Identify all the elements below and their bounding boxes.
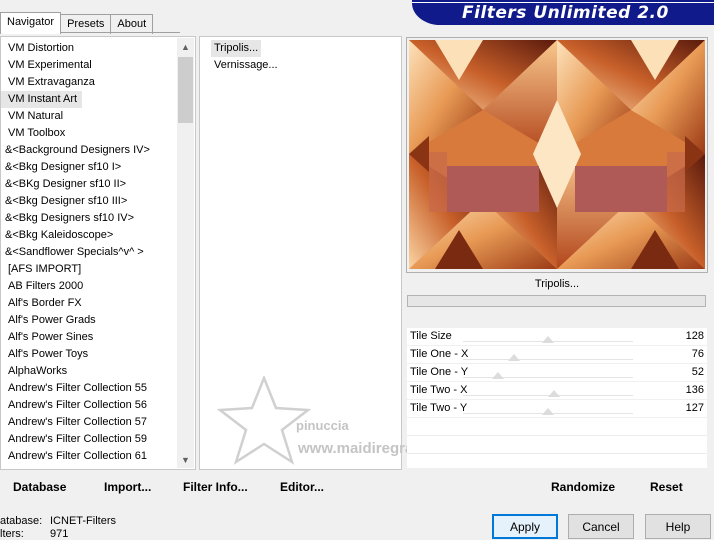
slider-value: 76: [691, 348, 704, 360]
empty-slider-row: [407, 436, 707, 454]
slider-tile-size[interactable]: Tile Size 128: [407, 328, 707, 346]
slider-label: Tile One - Y: [410, 366, 469, 378]
category-item[interactable]: VM Natural: [1, 108, 195, 125]
apply-button[interactable]: Apply: [492, 514, 558, 539]
preview-filter-name: Tripolis...: [534, 278, 580, 290]
title-banner: Filters Unlimited 2.0: [412, 0, 714, 25]
slider-tile-two-x[interactable]: Tile Two - X 136: [407, 382, 707, 400]
category-item[interactable]: Andrew's Filter Collection 57: [1, 414, 195, 431]
slider-tile-two-y[interactable]: Tile Two - Y 127: [407, 400, 707, 418]
editor-button[interactable]: Editor...: [280, 479, 324, 495]
category-item[interactable]: &<BKg Designer sf10 II>: [1, 176, 195, 193]
category-item[interactable]: &<Bkg Designers sf10 IV>: [1, 210, 195, 227]
slider-track[interactable]: [463, 377, 633, 378]
filter-item[interactable]: Tripolis...: [211, 40, 262, 57]
tab-presets[interactable]: Presets: [60, 14, 112, 34]
category-item[interactable]: &<Background Designers IV>: [1, 142, 195, 159]
help-button[interactable]: Help: [645, 514, 711, 539]
category-item[interactable]: VM Extravaganza: [1, 74, 195, 91]
slider-label: Tile One - X: [410, 348, 469, 360]
preview-image: [409, 40, 705, 269]
category-list[interactable]: VM Distortion VM Experimental VM Extravaga…: [0, 36, 196, 470]
tab-about[interactable]: About: [110, 14, 154, 34]
category-item[interactable]: Alf's Border FX: [1, 295, 195, 312]
scroll-down-icon[interactable]: ▼: [177, 451, 194, 468]
status-filters: lters: 971: [0, 528, 68, 540]
slider-label: Tile Size: [410, 330, 452, 342]
slider-tile-one-x[interactable]: Tile One - X 76: [407, 346, 707, 364]
cancel-button[interactable]: Cancel: [568, 514, 634, 539]
filter-info-button[interactable]: Filter Info...: [183, 479, 248, 495]
category-item[interactable]: VM Instant Art: [1, 91, 83, 108]
category-item[interactable]: &<Bkg Designer sf10 III>: [1, 193, 195, 210]
slider-thumb[interactable]: [541, 408, 554, 415]
status-database-value: ICNET-Filters: [50, 515, 116, 527]
slider-track[interactable]: [463, 359, 633, 360]
category-item[interactable]: &<Bkg Designer sf10 I>: [1, 159, 195, 176]
reset-button[interactable]: Reset: [650, 479, 683, 495]
category-item[interactable]: AlphaWorks: [1, 363, 195, 380]
category-item[interactable]: &<Bkg Kaleidoscope>: [1, 227, 195, 244]
slider-thumb[interactable]: [547, 390, 560, 397]
status-database-label: atabase:: [0, 515, 43, 527]
slider-value: 52: [691, 366, 704, 378]
category-scrollbar[interactable]: ▲ ▼: [177, 38, 194, 468]
watermark-star-icon: [216, 376, 312, 465]
progress-bar: [407, 295, 706, 307]
category-item[interactable]: &<Sandflower Specials^v^ >: [1, 244, 195, 261]
status-filters-label: lters:: [0, 528, 24, 540]
category-item[interactable]: Alf's Power Toys: [1, 346, 195, 363]
slider-label: Tile Two - Y: [410, 402, 468, 414]
slider-thumb[interactable]: [491, 372, 504, 379]
banner-title: Filters Unlimited 2.0: [462, 3, 669, 23]
parameter-panel: Tile Size 128 Tile One - X 76 Tile One -…: [407, 328, 707, 468]
category-item[interactable]: Andrew's Filter Collection 61: [1, 448, 195, 465]
slider-thumb[interactable]: [542, 336, 555, 343]
slider-value: 136: [685, 384, 704, 396]
slider-value: 128: [685, 330, 704, 342]
tab-navigator[interactable]: Navigator: [0, 12, 62, 34]
database-button[interactable]: Database: [13, 479, 66, 495]
category-item[interactable]: AB Filters 2000: [1, 278, 195, 295]
import-button[interactable]: Import...: [104, 479, 151, 495]
category-item[interactable]: Andrew's Filter Collection 56: [1, 397, 195, 414]
tab-bar: Navigator Presets About: [0, 12, 154, 34]
filter-item[interactable]: Vernissage...: [211, 57, 281, 74]
watermark-line-1: pinuccia: [296, 418, 350, 433]
category-item[interactable]: Andrew's Filter Collection 59: [1, 431, 195, 448]
category-item[interactable]: Andrew's Filter Collection 55: [1, 380, 195, 397]
randomize-button[interactable]: Randomize: [551, 479, 615, 495]
slider-value: 127: [685, 402, 704, 414]
scroll-up-icon[interactable]: ▲: [177, 38, 194, 55]
slider-tile-one-y[interactable]: Tile One - Y 52: [407, 364, 707, 382]
category-item[interactable]: Alf's Power Sines: [1, 329, 195, 346]
empty-slider-row: [407, 418, 707, 436]
category-item[interactable]: [AFS IMPORT]: [1, 261, 195, 278]
slider-label: Tile Two - X: [410, 384, 468, 396]
slider-thumb[interactable]: [507, 354, 520, 361]
category-item[interactable]: Alf's Power Grads: [1, 312, 195, 329]
status-filters-value: 971: [50, 528, 69, 540]
status-database: atabase: ICNET-Filters: [0, 515, 116, 528]
category-item[interactable]: VM Experimental: [1, 57, 195, 74]
category-item[interactable]: VM Distortion: [1, 40, 195, 57]
scrollbar-thumb[interactable]: [178, 57, 193, 123]
category-item[interactable]: VM Toolbox: [1, 125, 195, 142]
